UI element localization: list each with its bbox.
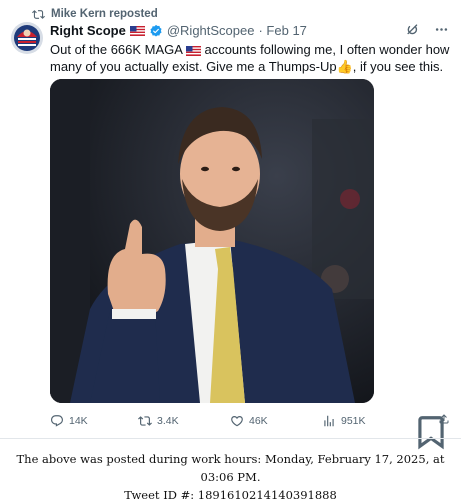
us-flag-icon [185,45,201,56]
more-options-icon[interactable] [434,22,449,37]
tweet-text: Out of the 666K MAGA accounts following … [50,41,450,75]
repost-icon [138,416,152,426]
repost-count: 3.4K [157,415,179,427]
share-icon[interactable] [438,413,450,425]
tweet-actions: 14K 3.4K 46K 951K [50,413,450,450]
grok-icon[interactable] [405,22,420,37]
tweet-date[interactable]: · Feb 17 [258,23,306,38]
reply-action[interactable]: 14K [50,413,88,429]
reply-icon [51,415,63,427]
tweet-header: Right Scope @RightScopee · Feb 17 [50,22,307,39]
like-action[interactable]: 46K [230,413,268,429]
caption: The above was posted during work hours: … [0,450,461,504]
views-action[interactable]: 951K [322,413,366,429]
tweet-top-actions [405,22,449,37]
reply-count: 14K [69,415,88,427]
tweet-text-part3: , if you see this. [352,59,444,74]
verified-badge-icon [150,24,162,37]
views-chart-icon [324,415,334,427]
heart-icon [231,416,243,427]
us-flag-icon [129,25,145,36]
divider [0,438,461,439]
repost-indicator: Mike Kern reposted [32,6,158,22]
repost-icon [32,9,45,19]
views-count: 951K [341,415,366,427]
author-handle[interactable]: @RightScopee [167,23,255,38]
tweet-card[interactable]: Mike Kern reposted Right Scope @RightSco… [0,0,461,450]
author-name[interactable]: Right Scope [50,23,126,38]
thumbs-up-icon: 👍 [336,59,353,74]
photo-man-thumbs-up [50,79,374,403]
avatar[interactable] [11,22,43,54]
tweet-text-part1: Out of the 666K MAGA [50,42,186,57]
repost-text[interactable]: Mike Kern reposted [51,8,158,20]
tweet-photo[interactable] [50,79,374,403]
repost-action[interactable]: 3.4K [138,413,179,429]
like-count: 46K [249,415,268,427]
caption-line-1: The above was posted during work hours: … [16,452,445,484]
caption-line-2: Tweet ID #: 1891610214140391888 [124,488,337,502]
